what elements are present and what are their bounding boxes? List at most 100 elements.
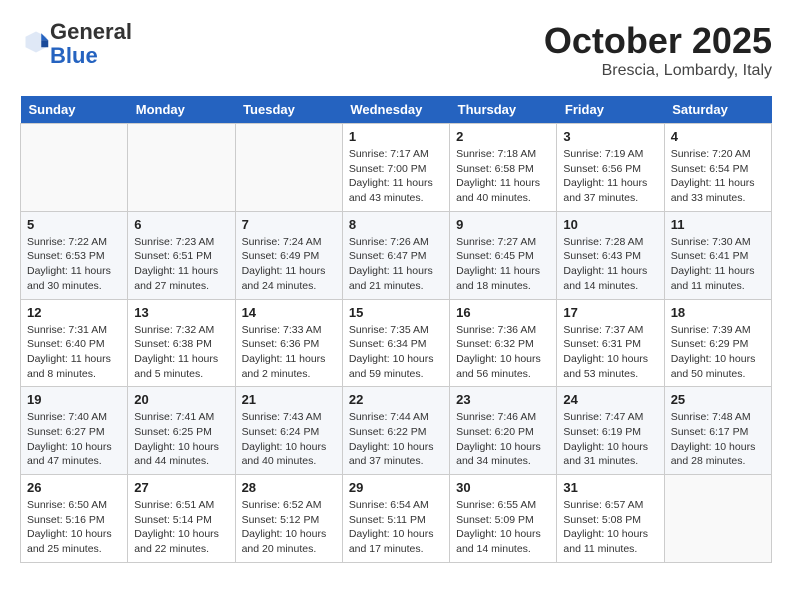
day-info: Sunrise: 7:28 AM Sunset: 6:43 PM Dayligh…	[563, 235, 657, 294]
logo-icon	[22, 28, 50, 56]
day-info: Sunrise: 7:36 AM Sunset: 6:32 PM Dayligh…	[456, 323, 550, 382]
calendar-cell	[235, 124, 342, 212]
calendar-cell: 20Sunrise: 7:41 AM Sunset: 6:25 PM Dayli…	[128, 387, 235, 475]
day-number: 9	[456, 217, 550, 232]
page-header: General Blue October 2025 Brescia, Lomba…	[20, 20, 772, 80]
weekday-header-friday: Friday	[557, 96, 664, 124]
day-number: 19	[27, 392, 121, 407]
day-number: 10	[563, 217, 657, 232]
day-info: Sunrise: 7:18 AM Sunset: 6:58 PM Dayligh…	[456, 147, 550, 206]
day-info: Sunrise: 7:39 AM Sunset: 6:29 PM Dayligh…	[671, 323, 765, 382]
day-info: Sunrise: 7:23 AM Sunset: 6:51 PM Dayligh…	[134, 235, 228, 294]
day-info: Sunrise: 6:57 AM Sunset: 5:08 PM Dayligh…	[563, 498, 657, 557]
calendar-cell: 27 Sunrise: 6:51 AM Sunset: 5:14 PM Dayli…	[128, 475, 235, 563]
weekday-header-wednesday: Wednesday	[342, 96, 449, 124]
week-row-2: 5 Sunrise: 7:22 AM Sunset: 6:53 PM Daylig…	[21, 211, 772, 299]
day-info: Sunrise: 7:26 AM Sunset: 6:47 PM Dayligh…	[349, 235, 443, 294]
calendar-cell: 25 Sunrise: 7:48 AM Sunset: 6:17 PM Dayli…	[664, 387, 771, 475]
calendar-cell: 17 Sunrise: 7:37 AM Sunset: 6:31 PM Dayli…	[557, 299, 664, 387]
day-number: 8	[349, 217, 443, 232]
day-info: Sunrise: 7:22 AM Sunset: 6:53 PM Dayligh…	[27, 235, 121, 294]
calendar-cell: 28 Sunrise: 6:52 AM Sunset: 5:12 PM Dayli…	[235, 475, 342, 563]
calendar-cell: 11 Sunrise: 7:30 AM Sunset: 6:41 PM Dayli…	[664, 211, 771, 299]
day-info: Sunrise: 6:51 AM Sunset: 5:14 PM Dayligh…	[134, 498, 228, 557]
location-text: Brescia, Lombardy, Italy	[544, 62, 772, 80]
day-number: 30	[456, 480, 550, 495]
calendar-cell: 21 Sunrise: 7:43 AM Sunset: 6:24 PM Dayli…	[235, 387, 342, 475]
calendar-cell: 10 Sunrise: 7:28 AM Sunset: 6:43 PM Dayli…	[557, 211, 664, 299]
day-info: Sunrise: 7:27 AM Sunset: 6:45 PM Dayligh…	[456, 235, 550, 294]
day-number: 14	[242, 305, 336, 320]
day-number: 13	[134, 305, 228, 320]
calendar-cell: 4 Sunrise: 7:20 AM Sunset: 6:54 PM Daylig…	[664, 124, 771, 212]
calendar-cell	[664, 475, 771, 563]
logo: General Blue	[20, 20, 132, 68]
day-info: Sunrise: 6:52 AM Sunset: 5:12 PM Dayligh…	[242, 498, 336, 557]
day-info: Sunrise: 6:54 AM Sunset: 5:11 PM Dayligh…	[349, 498, 443, 557]
calendar-cell: 31 Sunrise: 6:57 AM Sunset: 5:08 PM Dayli…	[557, 475, 664, 563]
day-number: 23	[456, 392, 550, 407]
weekday-header-thursday: Thursday	[450, 96, 557, 124]
day-number: 26	[27, 480, 121, 495]
logo-general-text: General	[50, 19, 132, 44]
weekday-header-sunday: Sunday	[21, 96, 128, 124]
day-info: Sunrise: 7:30 AM Sunset: 6:41 PM Dayligh…	[671, 235, 765, 294]
calendar-cell: 23Sunrise: 7:46 AM Sunset: 6:20 PM Dayli…	[450, 387, 557, 475]
day-info: Sunrise: 6:55 AM Sunset: 5:09 PM Dayligh…	[456, 498, 550, 557]
calendar-cell: 9 Sunrise: 7:27 AM Sunset: 6:45 PM Daylig…	[450, 211, 557, 299]
calendar-cell: 19 Sunrise: 7:40 AM Sunset: 6:27 PM Dayli…	[21, 387, 128, 475]
day-number: 7	[242, 217, 336, 232]
day-info: Sunrise: 7:35 AM Sunset: 6:34 PM Dayligh…	[349, 323, 443, 382]
day-number: 2	[456, 129, 550, 144]
day-number: 5	[27, 217, 121, 232]
calendar-table: SundayMondayTuesdayWednesdayThursdayFrid…	[20, 96, 772, 563]
calendar-cell: 26 Sunrise: 6:50 AM Sunset: 5:16 PM Dayli…	[21, 475, 128, 563]
day-info: Sunrise: 7:31 AM Sunset: 6:40 PM Dayligh…	[27, 323, 121, 382]
day-number: 31	[563, 480, 657, 495]
day-number: 17	[563, 305, 657, 320]
day-number: 16	[456, 305, 550, 320]
day-number: 3	[563, 129, 657, 144]
calendar-cell: 30 Sunrise: 6:55 AM Sunset: 5:09 PM Dayli…	[450, 475, 557, 563]
day-info: Sunrise: 6:50 AM Sunset: 5:16 PM Dayligh…	[27, 498, 121, 557]
day-number: 4	[671, 129, 765, 144]
day-number: 28	[242, 480, 336, 495]
calendar-cell	[21, 124, 128, 212]
day-number: 20	[134, 392, 228, 407]
day-info: Sunrise: 7:24 AM Sunset: 6:49 PM Dayligh…	[242, 235, 336, 294]
day-number: 24	[563, 392, 657, 407]
day-info: Sunrise: 7:48 AM Sunset: 6:17 PM Dayligh…	[671, 410, 765, 469]
calendar-cell	[128, 124, 235, 212]
logo-blue-text: Blue	[50, 43, 98, 68]
calendar-cell: 5 Sunrise: 7:22 AM Sunset: 6:53 PM Daylig…	[21, 211, 128, 299]
day-number: 6	[134, 217, 228, 232]
weekday-header-tuesday: Tuesday	[235, 96, 342, 124]
day-number: 29	[349, 480, 443, 495]
day-number: 22	[349, 392, 443, 407]
day-number: 21	[242, 392, 336, 407]
weekday-header-saturday: Saturday	[664, 96, 771, 124]
calendar-cell: 12Sunrise: 7:31 AM Sunset: 6:40 PM Dayli…	[21, 299, 128, 387]
day-number: 25	[671, 392, 765, 407]
day-info: Sunrise: 7:37 AM Sunset: 6:31 PM Dayligh…	[563, 323, 657, 382]
day-number: 1	[349, 129, 443, 144]
week-row-4: 19 Sunrise: 7:40 AM Sunset: 6:27 PM Dayli…	[21, 387, 772, 475]
weekday-header-monday: Monday	[128, 96, 235, 124]
day-info: Sunrise: 7:43 AM Sunset: 6:24 PM Dayligh…	[242, 410, 336, 469]
day-number: 11	[671, 217, 765, 232]
day-info: Sunrise: 7:32 AM Sunset: 6:38 PM Dayligh…	[134, 323, 228, 382]
calendar-cell: 6 Sunrise: 7:23 AM Sunset: 6:51 PM Daylig…	[128, 211, 235, 299]
day-info: Sunrise: 7:33 AM Sunset: 6:36 PM Dayligh…	[242, 323, 336, 382]
calendar-cell: 16 Sunrise: 7:36 AM Sunset: 6:32 PM Dayli…	[450, 299, 557, 387]
calendar-cell: 29 Sunrise: 6:54 AM Sunset: 5:11 PM Dayli…	[342, 475, 449, 563]
day-info: Sunrise: 7:40 AM Sunset: 6:27 PM Dayligh…	[27, 410, 121, 469]
calendar-cell: 18 Sunrise: 7:39 AM Sunset: 6:29 PM Dayli…	[664, 299, 771, 387]
day-number: 27	[134, 480, 228, 495]
title-block: October 2025 Brescia, Lombardy, Italy	[544, 20, 772, 80]
day-info: Sunrise: 7:20 AM Sunset: 6:54 PM Dayligh…	[671, 147, 765, 206]
month-title: October 2025	[544, 20, 772, 62]
day-number: 18	[671, 305, 765, 320]
day-info: Sunrise: 7:44 AM Sunset: 6:22 PM Dayligh…	[349, 410, 443, 469]
calendar-cell: 2 Sunrise: 7:18 AM Sunset: 6:58 PM Daylig…	[450, 124, 557, 212]
calendar-cell: 15Sunrise: 7:35 AM Sunset: 6:34 PM Dayli…	[342, 299, 449, 387]
